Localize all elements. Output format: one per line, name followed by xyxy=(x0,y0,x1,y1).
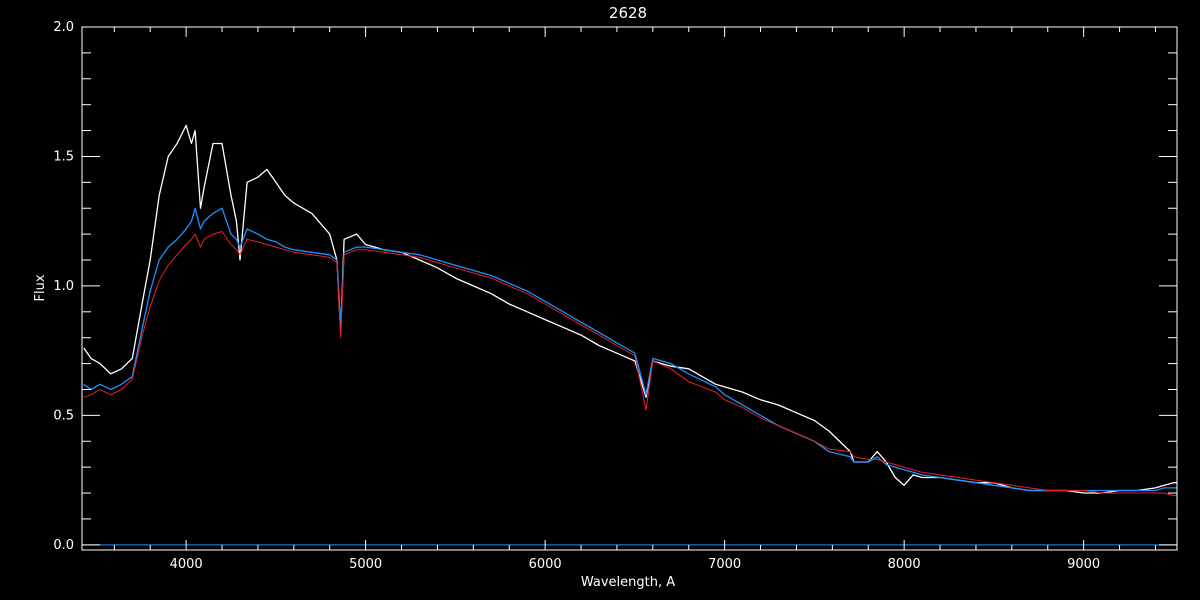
x-tick-label: 4000 xyxy=(170,557,203,572)
series-line-2 xyxy=(83,207,1177,492)
x-tick-label: 6000 xyxy=(529,557,562,572)
y-tick-label: 1.5 xyxy=(53,149,74,164)
series-line-1 xyxy=(83,124,1177,494)
x-tick-label: 7000 xyxy=(708,557,741,572)
x-tick-label: 9000 xyxy=(1067,557,1100,572)
series-line-3 xyxy=(83,231,1177,497)
plot-frame xyxy=(81,26,1178,551)
y-tick-label: 0.5 xyxy=(53,408,74,423)
y-tick-label: 0.0 xyxy=(53,538,74,553)
x-tick-label: 5000 xyxy=(349,557,382,572)
spectrum-chart: 2628 4000 5000 6000 7000 8000 9000 0.0 0.5 1.0 1… xyxy=(33,4,1178,590)
plot-layer xyxy=(82,124,1177,546)
y-tick-label: 1.0 xyxy=(53,279,74,294)
y-axis-label: Flux xyxy=(33,274,48,301)
x-axis: 4000 5000 6000 7000 8000 9000 xyxy=(113,27,1156,572)
y-axis: 0.0 0.5 1.0 1.5 2.0 xyxy=(53,20,1177,553)
chart-title: 2628 xyxy=(609,4,647,22)
x-tick-label: 8000 xyxy=(888,557,921,572)
y-tick-label: 2.0 xyxy=(53,20,74,35)
x-axis-label: Wavelength, A xyxy=(581,575,675,590)
chart-stage: 2628 4000 5000 6000 7000 8000 9000 0.0 0.5 1.0 1… xyxy=(0,0,1200,600)
